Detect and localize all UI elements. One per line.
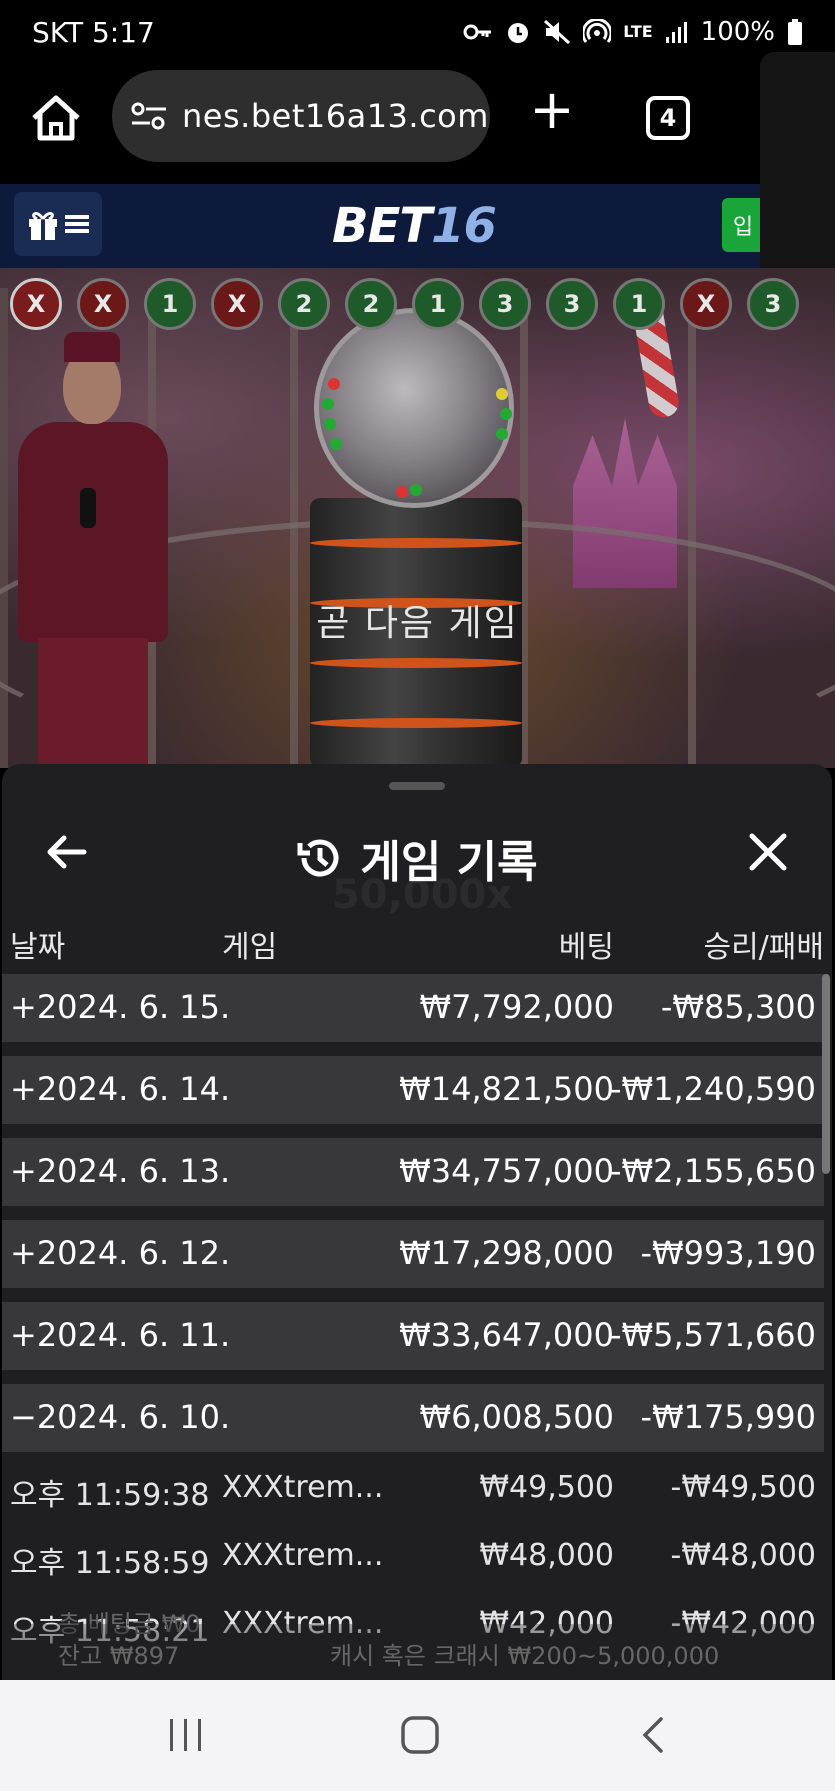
game-history-sheet: 50,000x 게임 기록 날짜 게임 베팅 승리/패배 +2024. 6. 1…: [2, 764, 832, 1680]
column-game[interactable]: 게임: [222, 922, 277, 966]
column-date[interactable]: 날짜: [10, 922, 65, 966]
close-icon[interactable]: [746, 830, 790, 874]
row-date: +2024. 6. 14.: [10, 1070, 231, 1108]
result-chip: 2: [278, 278, 330, 330]
game-entry-row[interactable]: 오후 11:58:59 XXXtrem... ₩48,000 -₩48,000: [2, 1528, 824, 1588]
entry-win-loss: -₩49,500: [670, 1470, 816, 1505]
site-header: BET16 입: [0, 184, 760, 268]
url-bar[interactable]: nes.bet16a13.com: [112, 70, 490, 162]
menu-button[interactable]: [14, 192, 102, 256]
row-bet-amount: ₩17,298,000: [399, 1234, 614, 1272]
daily-summary-row[interactable]: +2024. 6. 15. ₩7,792,000 -₩85,300: [2, 974, 824, 1042]
daily-summary-row[interactable]: +2024. 6. 13. ₩34,757,000 -₩2,155,650: [2, 1138, 824, 1206]
daily-summary-row[interactable]: −2024. 6. 10. ₩6,008,500 -₩175,990: [2, 1384, 824, 1452]
daily-summary-row[interactable]: +2024. 6. 12. ₩17,298,000 -₩993,190: [2, 1220, 824, 1288]
live-game-stream: XX1X221331X3 곧 다음 게임: [0, 268, 835, 768]
result-chip: 1: [613, 278, 665, 330]
row-bet-amount: ₩14,821,500: [399, 1070, 614, 1108]
column-win-loss[interactable]: 승리/패배: [703, 922, 824, 966]
row-bet-amount: ₩6,008,500: [419, 1398, 615, 1436]
battery-icon: [788, 19, 802, 45]
result-chip: X: [680, 278, 732, 330]
hotspot-icon: [583, 19, 612, 43]
row-win-loss: -₩85,300: [660, 988, 816, 1026]
result-chip: X: [10, 278, 62, 330]
mute-icon: [544, 19, 571, 45]
browser-toolbar: nes.bet16a13.com + 4: [0, 64, 835, 184]
row-bet-amount: ₩33,647,000: [399, 1316, 614, 1354]
row-win-loss: -₩2,155,650: [609, 1152, 816, 1190]
entry-win-loss: -₩48,000: [670, 1538, 816, 1573]
balance-text: 잔고 ₩897: [58, 1642, 180, 1670]
carrier-time: SKT 5:17: [32, 15, 155, 49]
site-logo[interactable]: BET16: [332, 198, 497, 254]
row-win-loss: -₩1,240,590: [609, 1070, 816, 1108]
recents-icon[interactable]: [156, 1710, 216, 1760]
sheet-title: 게임 기록: [2, 826, 832, 890]
site-settings-icon[interactable]: [130, 101, 168, 131]
entry-bet: ₩49,500: [479, 1470, 614, 1505]
game-entry-row[interactable]: 오후 11:59:38 XXXtrem... ₩49,500 -₩49,500: [2, 1460, 824, 1520]
signal-icon: [665, 22, 687, 43]
tab-count: 4: [659, 104, 677, 132]
alarm-icon: [508, 23, 529, 43]
row-win-loss: -₩175,990: [640, 1398, 816, 1436]
row-win-loss: -₩5,571,660: [609, 1316, 816, 1354]
result-chip: 3: [546, 278, 598, 330]
entry-game: XXXtrem...: [222, 1538, 384, 1573]
gift-icon: [29, 212, 57, 240]
scrollbar[interactable]: [822, 974, 830, 1174]
column-bet[interactable]: 베팅: [559, 922, 614, 966]
row-date: +2024. 6. 13.: [10, 1152, 231, 1190]
status-bar: SKT 5:17 LTE 100%: [0, 0, 835, 64]
history-title: 게임 기록: [360, 837, 538, 888]
result-chip: 3: [479, 278, 531, 330]
new-tab-icon[interactable]: +: [528, 83, 576, 137]
entry-game: XXXtrem...: [222, 1470, 384, 1505]
battery-percent: 100%: [700, 17, 775, 47]
home-nav-icon[interactable]: [390, 1710, 450, 1760]
column-headers: 날짜 게임 베팅 승리/패배: [2, 914, 832, 974]
game-status-message: 곧 다음 게임: [316, 603, 519, 644]
url-text: nes.bet16a13.com: [182, 97, 489, 135]
result-chip: 3: [747, 278, 799, 330]
row-date: +2024. 6. 11.: [10, 1316, 231, 1354]
entry-time: 오후 11:58:59: [10, 1546, 210, 1581]
sheet-header: 게임 기록: [2, 804, 832, 904]
overlay-panel-edge: [760, 52, 835, 296]
game-host: [8, 318, 168, 768]
result-chip: X: [77, 278, 129, 330]
result-chip: 2: [345, 278, 397, 330]
result-chip: 1: [412, 278, 464, 330]
cashout-range-text: 캐시 혹은 크래시 ₩200~5,000,000: [330, 1642, 720, 1670]
row-date: +2024. 6. 15.: [10, 988, 231, 1026]
system-navigation-bar: [0, 1680, 835, 1791]
result-chip: 1: [144, 278, 196, 330]
row-date: +2024. 6. 12.: [10, 1234, 231, 1272]
row-bet-amount: ₩34,757,000: [399, 1152, 614, 1190]
key-icon: [463, 24, 492, 40]
entry-time: 오후 11:59:38: [10, 1478, 210, 1513]
row-win-loss: -₩993,190: [640, 1234, 816, 1272]
home-icon[interactable]: [28, 90, 84, 146]
daily-summary-row[interactable]: +2024. 6. 11. ₩33,647,000 -₩5,571,660: [2, 1302, 824, 1370]
back-nav-icon[interactable]: [624, 1710, 684, 1760]
hamburger-icon: [65, 215, 89, 233]
entry-bet: ₩48,000: [479, 1538, 614, 1573]
lte-icon: LTE: [623, 22, 653, 41]
row-date: −2024. 6. 10.: [10, 1398, 231, 1436]
history-icon: [297, 839, 339, 877]
status-icons: LTE 100%: [463, 17, 803, 47]
drag-handle[interactable]: [389, 782, 445, 790]
recent-results-strip: XX1X221331X3: [10, 278, 799, 330]
login-button[interactable]: 입: [722, 198, 760, 252]
row-bet-amount: ₩7,792,000: [419, 988, 615, 1026]
daily-summary-row[interactable]: +2024. 6. 14. ₩14,821,500 -₩1,240,590: [2, 1056, 824, 1124]
tab-switcher-button[interactable]: 4: [646, 96, 690, 140]
ball-drawing-machine: [300, 308, 540, 768]
result-chip: X: [211, 278, 263, 330]
